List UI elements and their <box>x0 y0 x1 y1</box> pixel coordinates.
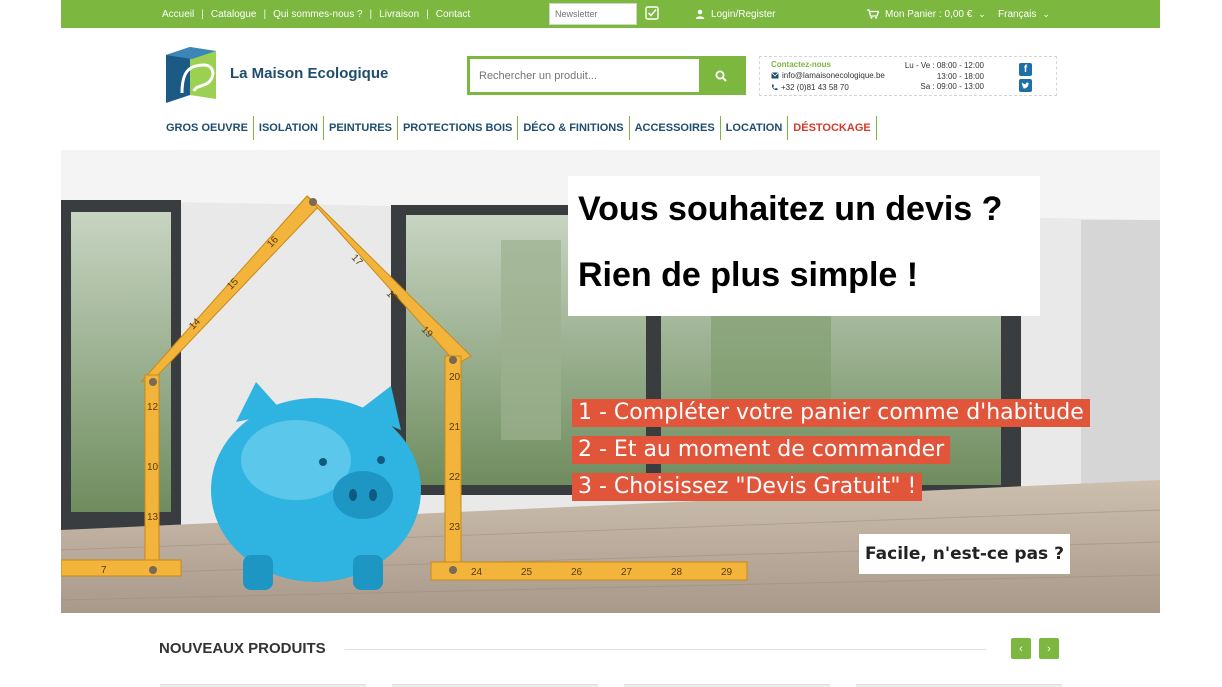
ruler-number: 26 <box>571 567 583 578</box>
new-products-title: NOUVEAUX PRODUITS <box>159 640 326 657</box>
contact-box: Contactez-nous info@lamaisonecologique.b… <box>759 56 1057 96</box>
main-nav: GROS OEUVRE ISOLATION PEINTURES PROTECTI… <box>161 116 877 140</box>
nav-item-protections-bois[interactable]: PROTECTIONS BOIS <box>398 116 519 140</box>
cart-icon <box>867 9 879 19</box>
login-label: Login/Register <box>711 8 776 20</box>
phone-icon <box>771 84 778 91</box>
carousel-prev-button[interactable]: ‹ <box>1011 638 1031 659</box>
top-nav: Accueil | Catalogue | Qui sommes-nous ? … <box>162 0 470 28</box>
hours-line: Sa : 09:00 - 13:00 <box>920 82 984 91</box>
top-link-accueil[interactable]: Accueil <box>162 9 194 20</box>
chevron-down-icon: ⌄ <box>978 8 986 19</box>
cart-button[interactable]: Mon Panier : 0,00 € ⌄ <box>867 0 986 28</box>
carousel-next-button[interactable]: › <box>1039 638 1059 659</box>
separator: | <box>263 8 267 20</box>
hero-step-1: 1 - Compléter votre panier comme d'habit… <box>572 399 1090 427</box>
twitter-icon[interactable] <box>1019 79 1032 92</box>
hero-title-line1: Vous souhaitez un devis ? <box>578 190 1003 228</box>
contact-email[interactable]: info@lamaisonecologique.be <box>771 71 885 80</box>
contact-phone: +32 (0)81 43 58 70 <box>771 83 849 92</box>
nav-item-location[interactable]: LOCATION <box>721 116 789 140</box>
page: Accueil | Catalogue | Qui sommes-nous ? … <box>0 0 1222 687</box>
hours-line: Lu - Ve : 08:00 - 12:00 <box>904 61 984 70</box>
ruler-number: 23 <box>449 522 461 533</box>
ruler-number: 24 <box>471 567 483 578</box>
ruler-number: 22 <box>449 472 461 483</box>
brand-name[interactable]: La Maison Ecologique <box>230 65 388 82</box>
top-bar: Accueil | Catalogue | Qui sommes-nous ? … <box>61 0 1160 28</box>
chevron-right-icon: › <box>1047 642 1051 655</box>
hero-banner[interactable]: 16 15 14 17 18 19 20 21 22 23 24 25 26 2… <box>61 150 1160 613</box>
chevron-down-icon: ⌄ <box>1042 8 1050 19</box>
top-link-contact[interactable]: Contact <box>436 9 470 20</box>
ruler-number: 12 <box>147 402 159 413</box>
language-label: Français <box>998 8 1037 20</box>
logo-icon[interactable] <box>160 43 220 103</box>
hero-title-line2: Rien de plus simple ! <box>578 256 919 294</box>
chevron-left-icon: ‹ <box>1019 642 1023 655</box>
hero-step-3: 3 - Choisissez "Devis Gratuit" ! <box>572 473 923 501</box>
ruler-number: 13 <box>147 512 159 523</box>
ruler-number: 25 <box>521 567 533 578</box>
search-bar <box>467 56 746 95</box>
contact-email-text: info@lamaisonecologique.be <box>782 71 885 80</box>
checkbox-icon[interactable] <box>645 6 659 20</box>
ruler-number: 20 <box>449 372 461 383</box>
contact-title: Contactez-nous <box>771 60 831 69</box>
facebook-icon[interactable]: f <box>1019 63 1032 76</box>
hero-title-box: Vous souhaitez un devis ? Rien de plus s… <box>568 176 1040 316</box>
hero-step-2: 2 - Et au moment de commander <box>572 436 951 464</box>
ruler-number: 7 <box>101 565 107 576</box>
contact-phone-text: +32 (0)81 43 58 70 <box>781 83 849 92</box>
separator: | <box>426 8 429 20</box>
nav-item-gros-oeuvre[interactable]: GROS OEUVRE <box>161 116 254 140</box>
ruler-number: 29 <box>721 567 733 578</box>
envelope-icon <box>771 72 779 79</box>
search-icon <box>715 70 727 82</box>
nav-item-isolation[interactable]: ISOLATION <box>254 116 324 140</box>
hero-tagline: Facile, n'est-ce pas ? <box>859 534 1070 574</box>
language-selector[interactable]: Français ⌄ <box>998 0 1050 28</box>
nav-item-deco-finitions[interactable]: DÉCO & FINITIONS <box>518 116 630 140</box>
nav-item-peintures[interactable]: PEINTURES <box>324 116 398 140</box>
search-button[interactable] <box>699 59 743 92</box>
nav-item-accessoires[interactable]: ACCESSOIRES <box>630 116 721 140</box>
user-icon <box>695 9 705 19</box>
separator: | <box>369 8 373 20</box>
bird-icon <box>1021 82 1030 89</box>
hours-line: 13:00 - 18:00 <box>936 72 984 81</box>
ruler-number: 28 <box>671 567 683 578</box>
ruler-number: 10 <box>147 462 159 473</box>
newsletter-input[interactable] <box>549 3 637 25</box>
ruler-number: 27 <box>621 567 633 578</box>
top-link-catalogue[interactable]: Catalogue <box>211 9 257 20</box>
nav-item-destockage[interactable]: DÉSTOCKAGE <box>788 116 877 140</box>
login-link[interactable]: Login/Register <box>695 0 775 28</box>
cart-label: Mon Panier : 0,00 € <box>885 8 973 20</box>
top-link-about[interactable]: Qui sommes-nous ? <box>273 9 362 20</box>
separator: | <box>201 8 204 20</box>
top-link-livraison[interactable]: Livraison <box>379 9 419 20</box>
search-input[interactable] <box>470 59 702 92</box>
ruler-number: 21 <box>449 422 461 433</box>
divider <box>345 649 986 650</box>
